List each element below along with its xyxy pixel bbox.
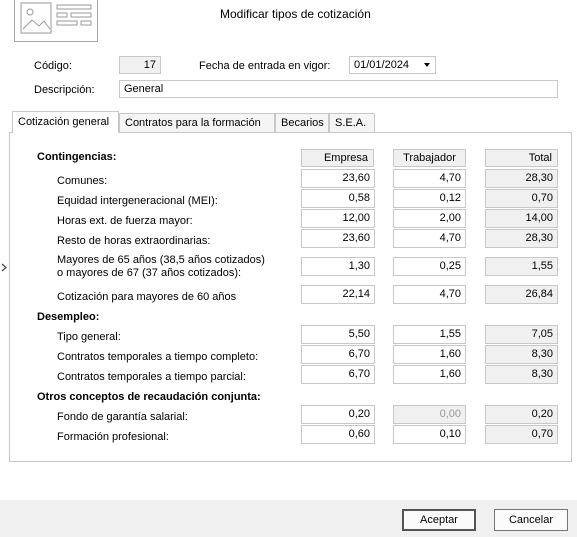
tab-cotizacion-general[interactable]: Cotización general: [12, 111, 119, 133]
tab-becarios[interactable]: Becarios: [275, 113, 329, 133]
column-header-trabajador: Trabajador: [393, 149, 466, 167]
descripcion-label: Descripción:: [34, 84, 95, 96]
codigo-label: Código:: [34, 60, 72, 72]
total-mayores-60: 26,84: [485, 285, 558, 304]
column-header-empresa: Empresa: [301, 149, 374, 167]
dialog-logo: [14, 0, 98, 42]
chevron-right-icon[interactable]: [1, 263, 7, 275]
total-formacion-profesional: 0,70: [485, 425, 558, 444]
row-label-mayores-60: Cotización para mayores de 60 años: [57, 291, 237, 303]
empresa-mei[interactable]: 0,58: [301, 189, 375, 208]
descripcion-input[interactable]: General: [119, 80, 558, 98]
trabajador-mei[interactable]: 0,12: [393, 189, 466, 208]
dialog-title: Modificar tipos de cotización: [220, 7, 371, 21]
empresa-comunes[interactable]: 23,60: [301, 169, 375, 188]
total-mayores-65: 1,55: [485, 257, 558, 276]
trabajador-comunes[interactable]: 4,70: [393, 169, 466, 188]
section-otros-conceptos: Otros conceptos de recaudación conjunta:: [37, 391, 261, 403]
fecha-combobox[interactable]: 01/01/2024: [349, 56, 436, 74]
chevron-down-icon[interactable]: [419, 57, 435, 73]
total-fogasa: 0,20: [485, 405, 558, 424]
total-resto-horas: 28,30: [485, 229, 558, 248]
trabajador-resto-horas[interactable]: 4,70: [393, 229, 466, 248]
tab-contratos-formacion[interactable]: Contratos para la formación: [119, 113, 275, 133]
section-contingencias: Contingencias:: [37, 151, 117, 163]
empresa-fogasa[interactable]: 0,20: [301, 405, 375, 424]
trabajador-fogasa: 0,00: [393, 405, 466, 424]
total-horas-fuerza-mayor: 14,00: [485, 209, 558, 228]
empresa-formacion-profesional[interactable]: 0,60: [301, 425, 375, 444]
row-label-comunes: Comunes:: [57, 175, 108, 187]
fecha-value: 01/01/2024: [354, 59, 410, 71]
trabajador-mayores-60[interactable]: 4,70: [393, 285, 466, 304]
accept-button[interactable]: Aceptar: [402, 509, 476, 531]
row-label-mayores-65-line1: Mayores de 65 años (38,5 años cotizados): [57, 254, 265, 266]
total-mei: 0,70: [485, 189, 558, 208]
row-label-horas-fuerza-mayor: Horas ext. de fuerza mayor:: [57, 215, 193, 227]
row-label-resto-horas: Resto de horas extraordinarias:: [57, 235, 211, 247]
row-label-mayores-65-line2: o mayores de 67 (37 años cotizados):: [57, 267, 242, 279]
empresa-resto-horas[interactable]: 23,60: [301, 229, 375, 248]
empresa-mayores-60[interactable]: 22,14: [301, 285, 375, 304]
codigo-field[interactable]: 17: [119, 56, 161, 74]
row-label-formacion-profesional: Formación profesional:: [57, 431, 169, 443]
empresa-horas-fuerza-mayor[interactable]: 12,00: [301, 209, 375, 228]
row-label-temporales-completo: Contratos temporales a tiempo completo:: [57, 351, 259, 363]
total-temporales-parcial: 8,30: [485, 365, 558, 384]
cancel-button[interactable]: Cancelar: [494, 509, 568, 531]
tab-sea[interactable]: S.E.A.: [329, 113, 375, 133]
trabajador-temporales-completo[interactable]: 1,60: [393, 345, 466, 364]
image-placeholder-icon: [20, 2, 92, 34]
fecha-label: Fecha de entrada en vigor:: [199, 60, 331, 72]
row-label-fogasa: Fondo de garantía salarial:: [57, 411, 188, 423]
trabajador-tipo-general[interactable]: 1,55: [393, 325, 466, 344]
row-label-mei: Equidad intergeneracional (MEI):: [57, 195, 218, 207]
row-label-temporales-parcial: Contratos temporales a tiempo parcial:: [57, 371, 246, 383]
trabajador-mayores-65[interactable]: 0,25: [393, 257, 466, 276]
total-tipo-general: 7,05: [485, 325, 558, 344]
empresa-tipo-general[interactable]: 5,50: [301, 325, 375, 344]
trabajador-temporales-parcial[interactable]: 1,60: [393, 365, 466, 384]
section-desempleo: Desempleo:: [37, 311, 100, 323]
empresa-temporales-parcial[interactable]: 6,70: [301, 365, 375, 384]
trabajador-horas-fuerza-mayor[interactable]: 2,00: [393, 209, 466, 228]
trabajador-formacion-profesional[interactable]: 0,10: [393, 425, 466, 444]
total-temporales-completo: 8,30: [485, 345, 558, 364]
column-header-total: Total: [485, 149, 558, 167]
row-label-tipo-general: Tipo general:: [57, 331, 121, 343]
empresa-temporales-completo[interactable]: 6,70: [301, 345, 375, 364]
dialog-footer: [0, 500, 577, 537]
total-comunes: 28,30: [485, 169, 558, 188]
empresa-mayores-65[interactable]: 1,30: [301, 257, 375, 276]
